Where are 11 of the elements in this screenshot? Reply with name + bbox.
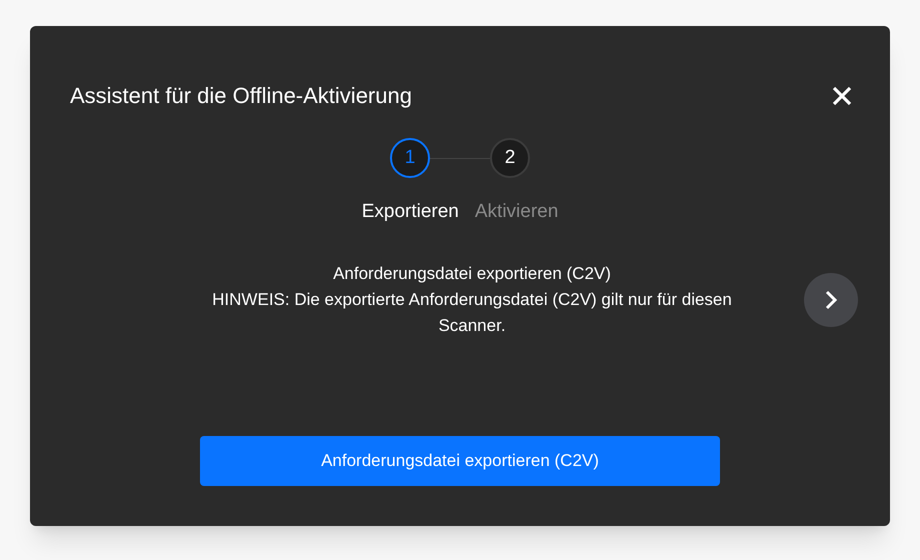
chevron-right-icon [825,290,837,310]
step-label: Exportieren [362,200,459,224]
dialog-title: Assistent für die Offline-Aktivierung [70,85,412,107]
step-label: Aktivieren [474,200,558,224]
message-heading: Anforderungsdatei exportieren (C2V) [333,262,611,284]
message-note: HINWEIS: Die exportierte Anforderungsdatei (C2V) gilt nur für diesen Scanner. [211,288,733,336]
close-button[interactable] [830,84,854,108]
close-icon [832,86,852,106]
step-number: 1 [390,138,430,178]
export-button[interactable]: Anforderungsdatei exportieren (C2V) [200,436,720,486]
step-number: 2 [490,138,530,178]
